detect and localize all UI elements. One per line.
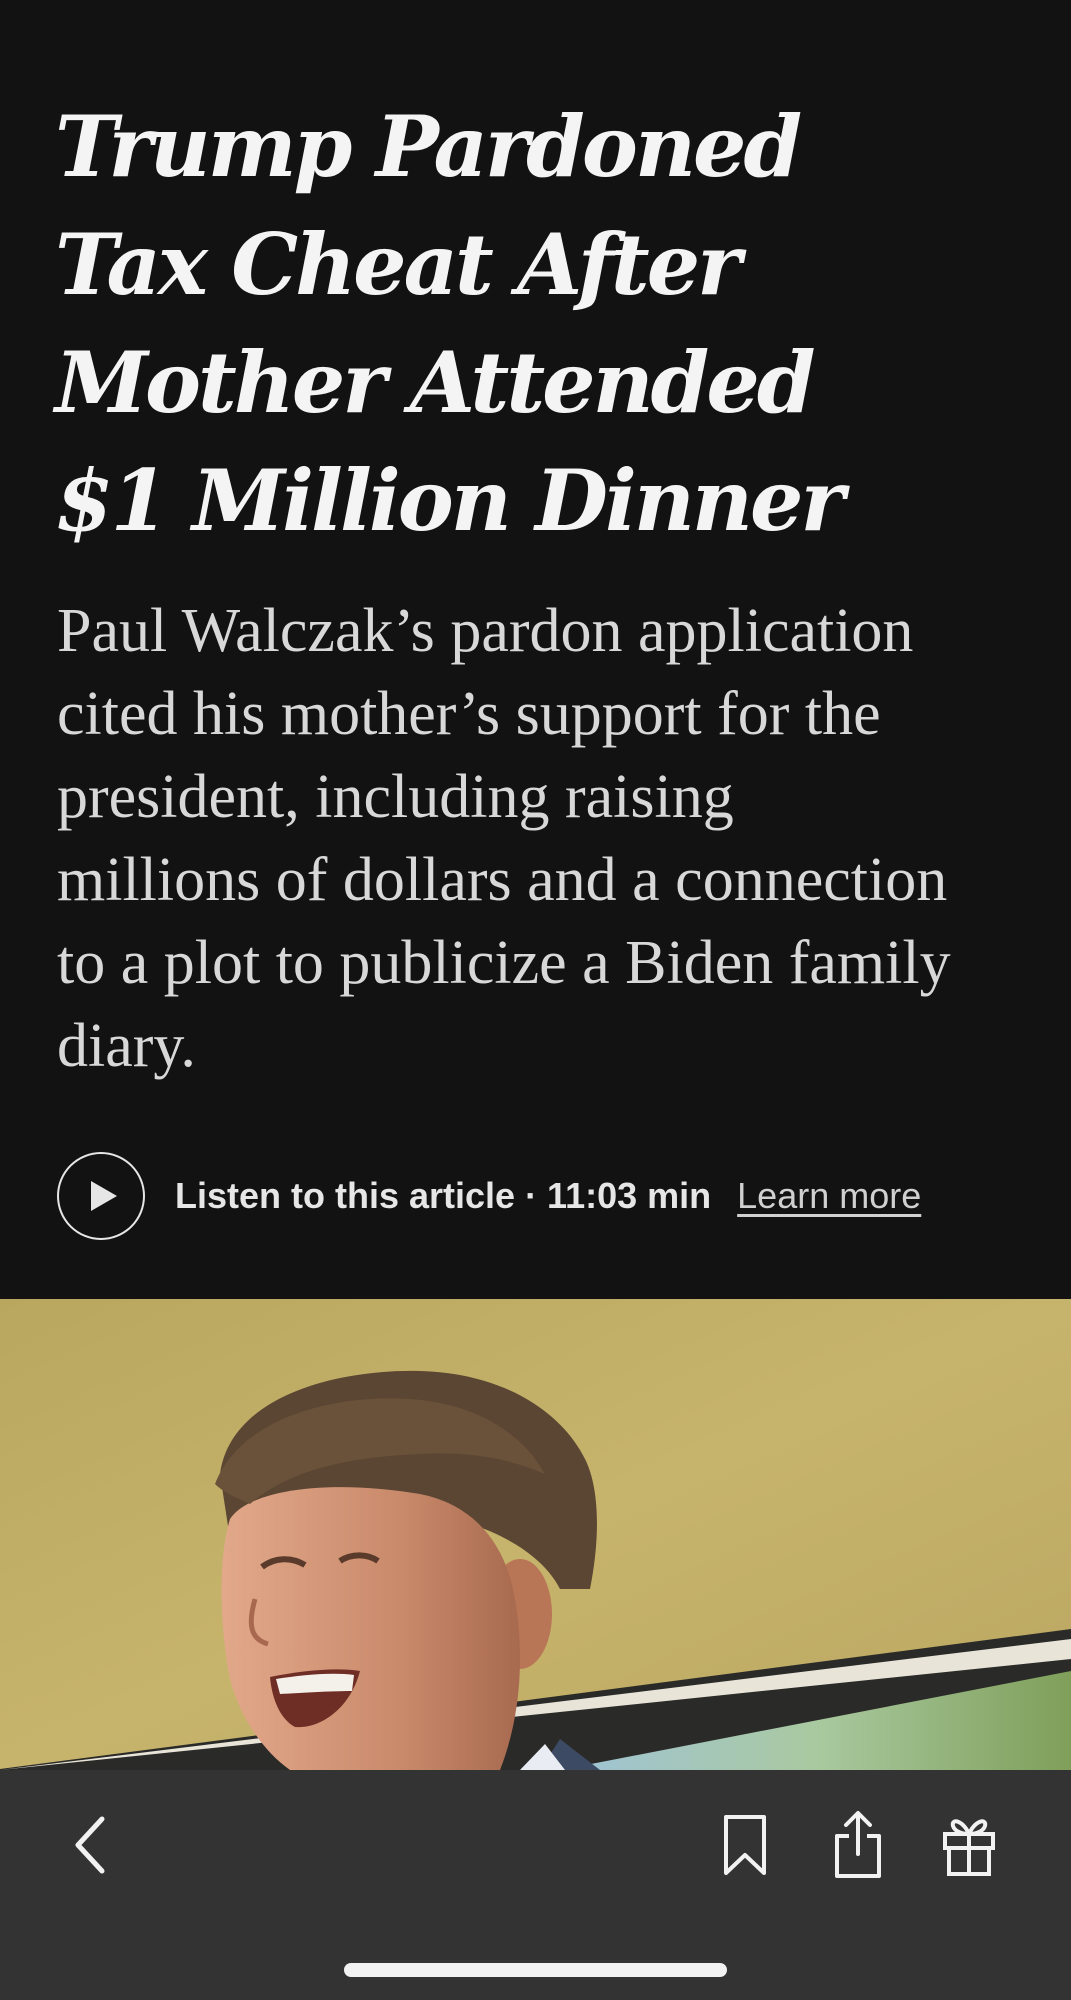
listen-label: Listen to this article · 11:03 min <box>175 1175 712 1216</box>
headline-line: Tax Cheat After <box>55 215 741 314</box>
chevron-left-icon <box>75 1816 105 1874</box>
share-button[interactable] <box>813 1800 903 1890</box>
bookmark-icon <box>724 1815 766 1875</box>
bookmark-button[interactable] <box>700 1800 790 1890</box>
summary-line: cited his mother’s support for the <box>57 680 881 748</box>
article-summary: Paul Walczak’s pardon application cited … <box>57 590 1047 1088</box>
play-icon <box>91 1181 117 1211</box>
summary-line: diary. <box>57 1012 196 1080</box>
summary-line: to a plot to publicize a Biden family <box>57 929 951 997</box>
share-icon <box>835 1811 881 1878</box>
headline-line: Trump Pardoned <box>55 97 802 196</box>
photo-illustration <box>0 1299 1071 1770</box>
summary-line: millions of dollars and a connection <box>57 846 948 914</box>
article-header: Trump Pardoned Tax Cheat After Mother At… <box>0 0 1071 1299</box>
headline-line: $1 Million Dinner <box>55 451 845 550</box>
learn-more-link[interactable]: Learn more <box>737 1175 921 1217</box>
headline: Trump Pardoned Tax Cheat After Mother At… <box>55 88 1015 560</box>
home-indicator <box>344 1963 727 1977</box>
article-screen: Trump Pardoned Tax Cheat After Mother At… <box>0 0 1071 2000</box>
bottom-toolbar <box>0 1770 1071 2000</box>
listen-row: Listen to this article · 11:03 min Learn… <box>57 1150 921 1242</box>
lead-photo <box>0 1299 1071 1770</box>
summary-line: Paul Walczak’s pardon application <box>57 597 914 665</box>
headline-line: Mother Attended <box>55 333 816 432</box>
play-button[interactable] <box>57 1152 145 1240</box>
back-button[interactable] <box>45 1800 135 1890</box>
gift-icon <box>943 1819 995 1876</box>
gift-button[interactable] <box>924 1800 1014 1890</box>
summary-line: president, including raising <box>57 763 734 831</box>
